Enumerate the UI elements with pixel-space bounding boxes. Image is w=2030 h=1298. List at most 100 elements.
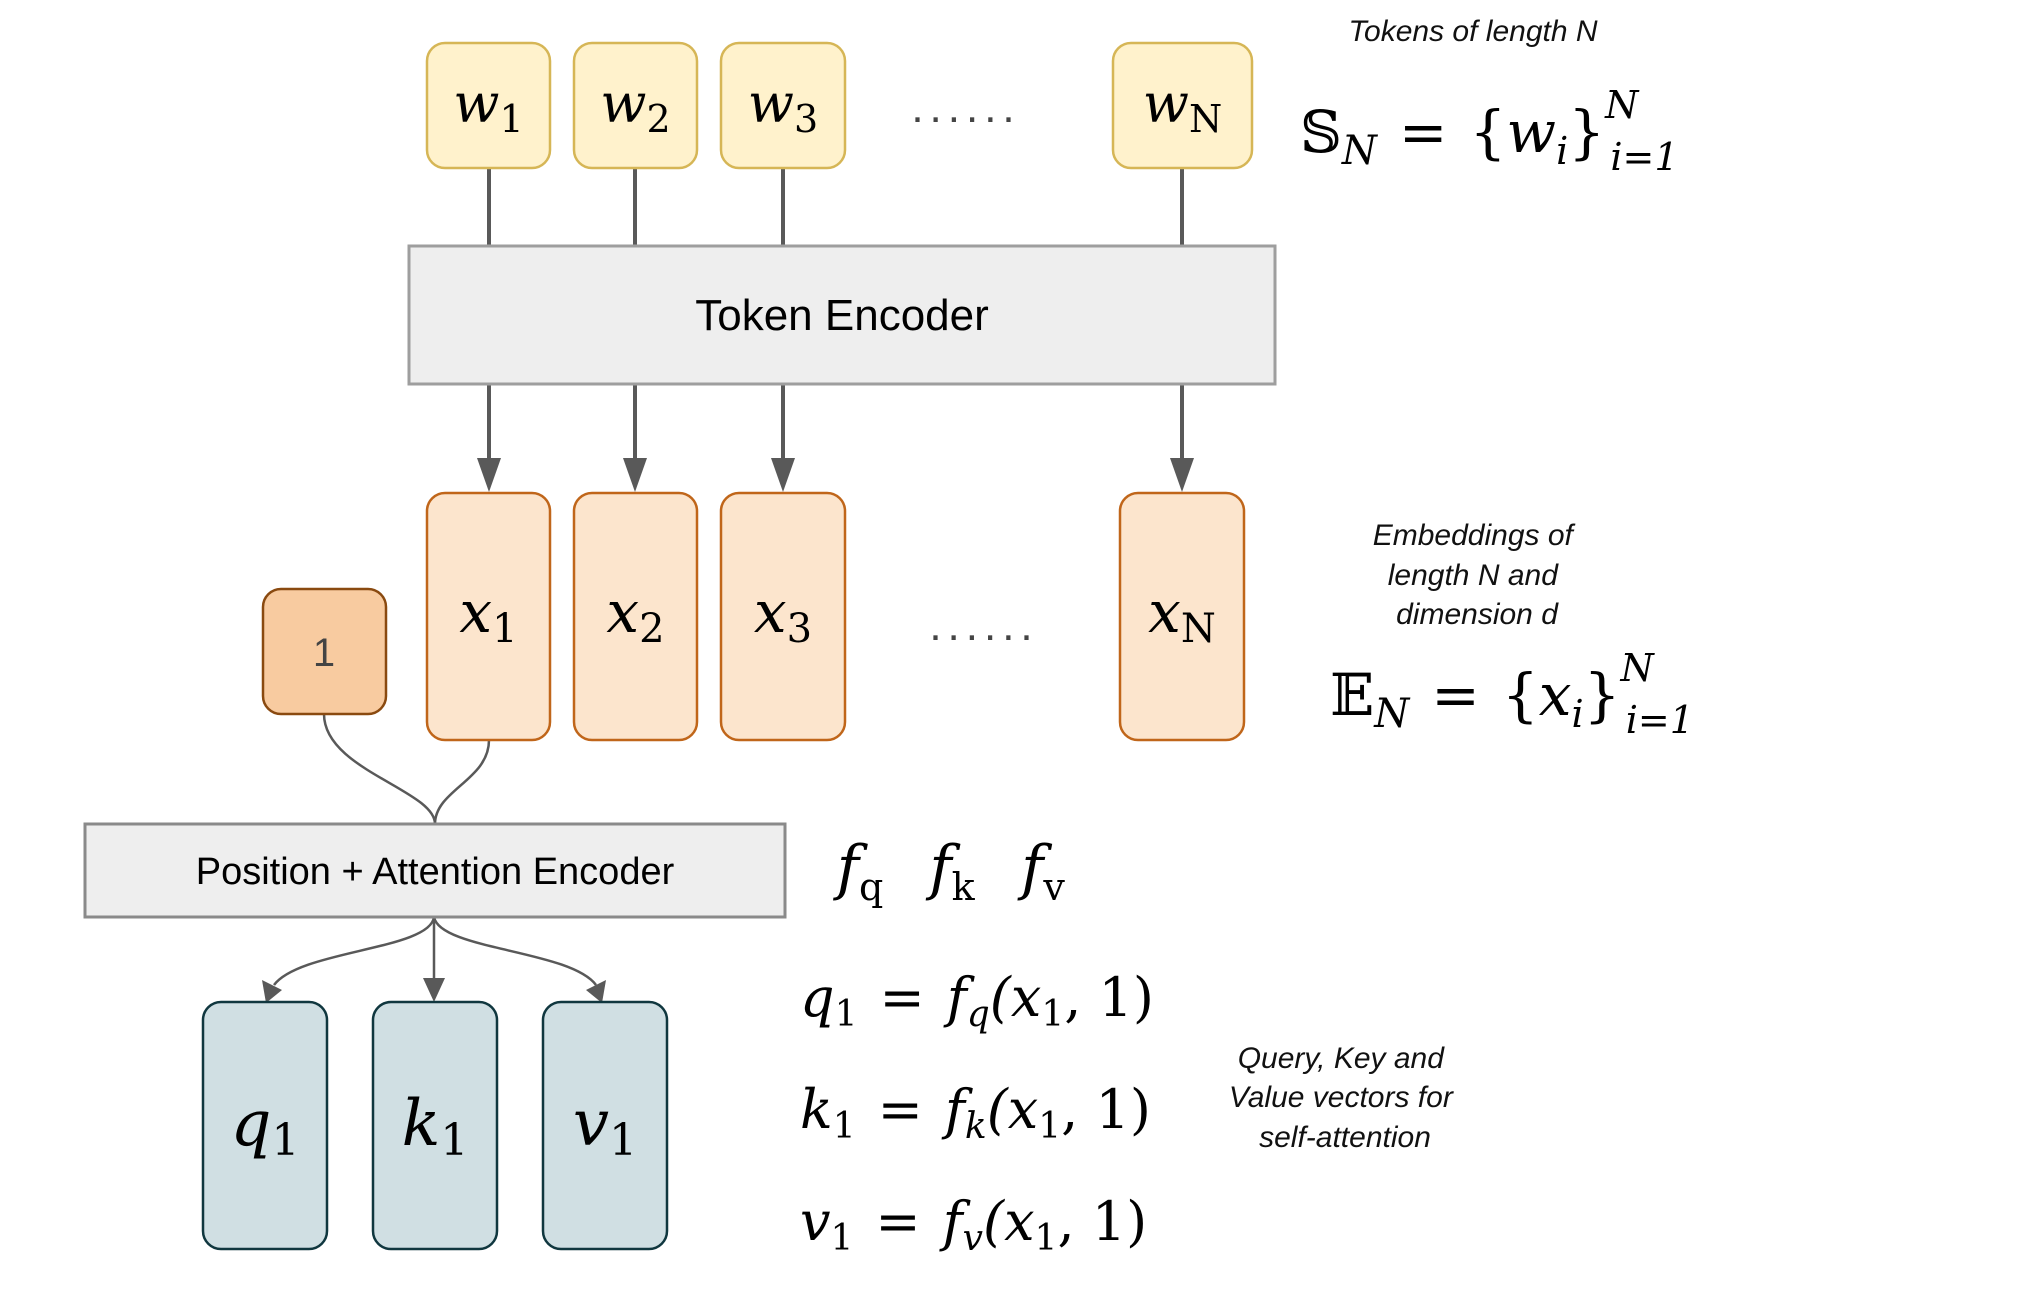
qkv-label-base: k (402, 1087, 441, 1161)
tokens-set-elem: w (1506, 98, 1556, 166)
equation-lhs: k (800, 1078, 833, 1141)
qkv-label-base: q (231, 1087, 272, 1161)
curve-x1-input (433, 739, 491, 825)
tokens-set-elem-sub: i (1556, 129, 1568, 173)
equation-args: (x (983, 1190, 1035, 1253)
token-encoder-label: Token Encoder (695, 291, 989, 340)
qkv-label-base: v (573, 1087, 609, 1161)
arrowhead-xN (1170, 458, 1194, 492)
equation-rest: , 1) (1064, 966, 1154, 1029)
embedding-boxes: x1 x2 x3 xN (425, 491, 1246, 742)
tokens-set-symbol: 𝕊 (1300, 98, 1342, 166)
arrowhead-k (423, 978, 445, 1002)
qkv-caption-line-2: Value vectors for (1229, 1081, 1454, 1114)
equation-lhs-sub: 1 (831, 1218, 854, 1259)
equation-args: (x (990, 966, 1042, 1029)
token-label-base: w (1143, 72, 1189, 135)
embedding-label-base: x (606, 578, 639, 646)
embedding-label-base: x (459, 578, 492, 646)
tokens-set-open: { (1470, 98, 1507, 166)
token-label-base: w (600, 72, 646, 135)
embeddings-set-open: { (1502, 661, 1539, 729)
embedding-label-sub: N (1181, 606, 1216, 652)
position-index-label: 1 (313, 631, 335, 675)
function-label: fq (833, 833, 884, 909)
token-label-sub: 1 (500, 97, 524, 141)
embeddings-set-eq: = (1431, 661, 1480, 729)
qkv-equation: q1 = fq(x1, 1) (800, 966, 1154, 1035)
equation-rest: , 1) (1061, 1078, 1151, 1141)
equation-args: (x (987, 1078, 1039, 1141)
equation-equals: = (875, 1190, 920, 1253)
embedding-label-sub: 3 (787, 606, 812, 652)
attention-encoder-label: Position + Attention Encoder (196, 851, 675, 893)
attention-functions: fq fk fv (833, 833, 1066, 909)
embeddings-set-elem-sub: i (1571, 692, 1583, 736)
function-label-sub: q (859, 865, 883, 909)
function-label-sub: v (1042, 865, 1065, 909)
qkv-caption-line-1: Query, Key and (1238, 1042, 1446, 1075)
qkv-equation: v1 = fv(x1, 1) (800, 1190, 1147, 1259)
token-to-encoder-lines (487, 168, 1184, 246)
embeddings-set-symbol: 𝔼 (1330, 661, 1374, 729)
token-label-base: w (453, 72, 499, 135)
equation-equals: = (879, 966, 924, 1029)
curve-position-input (322, 713, 437, 825)
token-label-sub: 3 (794, 97, 818, 141)
token-label-sub: N (1189, 97, 1222, 141)
arrowhead-q (262, 980, 282, 1003)
embedding-label-sub: 1 (492, 606, 517, 652)
equation-args-sub: 1 (1041, 994, 1064, 1035)
qkv-label-sub: 1 (609, 1115, 637, 1166)
tokens-set-sup: N (1604, 83, 1640, 127)
function-label: fv (1017, 833, 1065, 909)
transformer-encoding-diagram: w1 w2 w3 wN ...... Token Encoder Tokens of … (83, 15, 1694, 1259)
tokens-caption: Tokens of length N (1348, 15, 1597, 48)
curve-to-q (272, 916, 436, 986)
embeddings-caption-line-1: Embeddings of (1373, 519, 1576, 552)
embedding-ellipsis: ...... (929, 601, 1038, 650)
embeddings-set-sup: N (1620, 646, 1656, 690)
function-label: fk (925, 833, 975, 909)
embeddings-set-elem: x (1539, 661, 1572, 729)
qkv-equations: q1 = fq(x1, 1)k1 = fk(x1, 1)v1 = fv(x1, 1) (800, 966, 1154, 1259)
embeddings-set-range: i=1 (1626, 698, 1694, 742)
attention-encoder-to-qkv-arrows (262, 916, 606, 1003)
qkv-equation: k1 = fk(x1, 1) (800, 1078, 1151, 1147)
embeddings-caption-line-2: length N and (1388, 559, 1559, 592)
curve-to-v (432, 916, 598, 986)
embeddings-set-formula: 𝔼N = {xi}N i=1 (1330, 646, 1694, 742)
tokens-set-sub: N (1341, 128, 1379, 174)
arrowhead-x2 (623, 458, 647, 492)
token-boxes: w1 w2 w3 wN (425, 41, 1254, 170)
embeddings-set-close: } (1584, 661, 1621, 729)
embedding-label-base: x (1148, 578, 1181, 646)
encoder-to-embedding-arrows (477, 384, 1194, 492)
equation-fn-sub: q (967, 994, 990, 1035)
equation-lhs-sub: 1 (833, 1106, 856, 1147)
embeddings-caption: Embeddings of length N and dimension d (1373, 519, 1581, 631)
embedding-label-sub: 2 (639, 606, 664, 652)
embeddings-set-sub: N (1373, 691, 1411, 737)
qkv-label-sub: 1 (440, 1115, 468, 1166)
tokens-set-formula: 𝕊N = {wi}N i=1 (1300, 83, 1679, 179)
equation-lhs: v (800, 1190, 831, 1253)
embeddings-caption-line-3: dimension d (1396, 598, 1559, 631)
qkv-caption-line-3: self-attention (1259, 1121, 1431, 1154)
tokens-set-range: i=1 (1610, 135, 1678, 179)
token-label-sub: 2 (647, 97, 671, 141)
equation-args-sub: 1 (1035, 1218, 1058, 1259)
token-label-base: w (748, 72, 794, 135)
arrowhead-x1 (477, 458, 501, 492)
equation-fn-sub: k (965, 1106, 987, 1147)
equation-rest: , 1) (1057, 1190, 1147, 1253)
equation-fn-sub: v (963, 1218, 983, 1259)
function-label-sub: k (952, 865, 976, 909)
equation-lhs-sub: 1 (835, 994, 858, 1035)
embedding-label-base: x (754, 578, 787, 646)
arrowhead-x3 (771, 458, 795, 492)
token-ellipsis: ...... (911, 83, 1020, 132)
equation-args-sub: 1 (1038, 1106, 1061, 1147)
tokens-set-eq: = (1399, 98, 1448, 166)
qkv-label-sub: 1 (271, 1115, 299, 1166)
